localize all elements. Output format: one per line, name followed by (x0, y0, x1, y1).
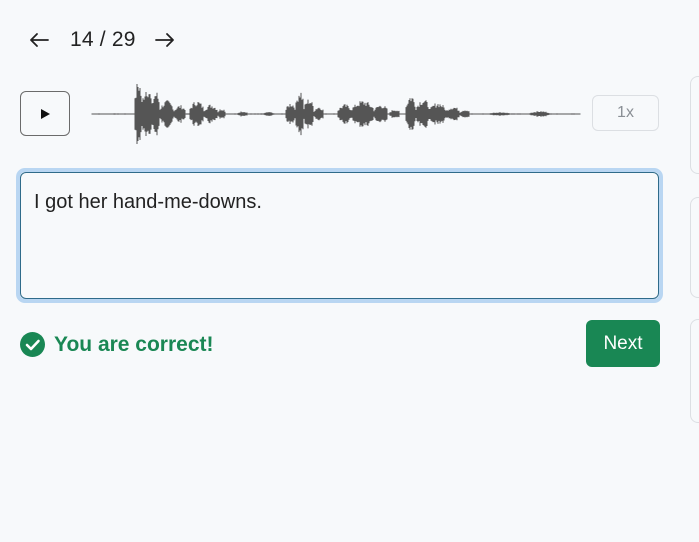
play-icon (39, 108, 51, 120)
feedback: You are correct! (20, 332, 214, 357)
answer-focus-ring (16, 168, 663, 303)
side-panel-card[interactable] (690, 197, 699, 298)
side-panel-card[interactable] (690, 76, 699, 174)
audio-waveform[interactable] (90, 74, 582, 154)
dictation-page: 14 / 29 1x You are correct! Next (0, 0, 699, 542)
waveform-path (91, 84, 581, 144)
next-button[interactable]: Next (586, 320, 660, 367)
check-circle-icon (20, 332, 45, 357)
playback-speed-button[interactable]: 1x (592, 95, 659, 131)
answer-input[interactable] (20, 172, 659, 299)
pager-counter: 14 / 29 (70, 28, 136, 51)
feedback-message: You are correct! (54, 332, 214, 356)
side-panel-card[interactable] (690, 319, 699, 423)
pager: 14 / 29 (27, 26, 177, 54)
play-button[interactable] (20, 91, 70, 136)
next-arrow-icon[interactable] (153, 28, 177, 52)
prev-arrow-icon[interactable] (27, 28, 51, 52)
